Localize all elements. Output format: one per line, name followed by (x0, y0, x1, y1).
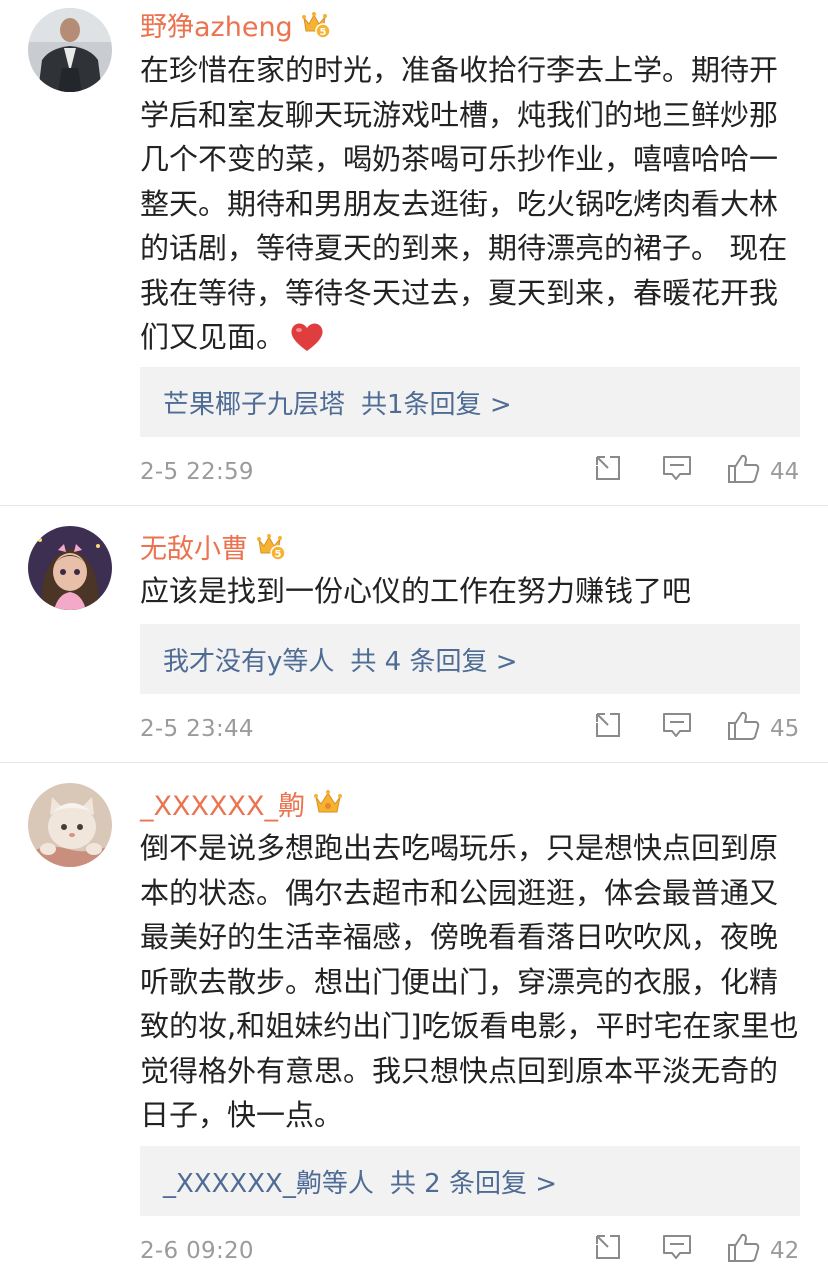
timestamp: 2-6 09:20 (140, 1238, 254, 1264)
like-icon[interactable] (727, 453, 761, 485)
avatar[interactable] (28, 783, 112, 867)
reply-preview[interactable]: _XXXXXX_齁等人共 2 条回复 > (140, 1146, 800, 1216)
timestamp: 2-5 22:59 (140, 459, 254, 485)
vip-crown-icon: 5 (257, 534, 286, 561)
comment-footer: 2-6 09:20 42 (140, 1232, 800, 1272)
reply-count[interactable]: 共 4 条回复 > (350, 641, 517, 678)
like-count: 44 (770, 459, 800, 485)
comment-text: 倒不是说多想跑出去吃喝玩乐，只是想快点回到原本的状态。偶尔去超市和公园逛逛，体会… (140, 826, 800, 1138)
avatar-image (28, 783, 112, 867)
comment-icon[interactable] (661, 453, 693, 483)
avatar[interactable] (28, 8, 112, 92)
reply-preview[interactable]: 我才没有y等人共 4 条回复 > (140, 624, 800, 694)
comment-item: 无敌小曹 5 应该是找到一份心仪的工作在努力赚钱了吧 我才没有y等人共 4 条回… (0, 506, 828, 762)
timestamp: 2-5 23:44 (140, 716, 254, 742)
username[interactable]: _XXXXXX_齁 (140, 784, 305, 823)
reply-user[interactable]: _XXXXXX_齁等人 (163, 1163, 374, 1200)
comment-text-content: 在珍惜在家的时光，准备收拾行李去上学。期待开学后和室友聊天玩游戏吐槽，炖我们的地… (140, 53, 788, 354)
comment-icon[interactable] (661, 710, 693, 740)
comment-header: 野狰azheng 5 (140, 4, 331, 44)
username[interactable]: 无敌小曹 (140, 527, 248, 566)
comment-text: 在珍惜在家的时光，准备收拾行李去上学。期待开学后和室友聊天玩游戏吐槽，炖我们的地… (140, 48, 800, 366)
reply-preview[interactable]: 芒果椰子九层塔 共1条回复 > (140, 367, 800, 437)
username[interactable]: 野狰azheng (140, 5, 293, 44)
comment-item: _XXXXXX_齁 倒不是说多想跑出去吃喝玩乐，只是想快点回到原本的状态。偶尔去… (0, 763, 828, 1278)
comment-header: _XXXXXX_齁 (140, 783, 343, 823)
reply-user[interactable]: 芒果椰子九层塔 (163, 384, 345, 421)
comment-text: 应该是找到一份心仪的工作在努力赚钱了吧 (140, 569, 800, 614)
avatar-image (28, 8, 112, 92)
forward-icon[interactable] (593, 710, 623, 740)
reply-user[interactable]: 我才没有y等人 (163, 641, 334, 678)
comment-footer: 2-5 22:59 44 (140, 453, 800, 493)
reply-count[interactable]: 共1条回复 > (361, 384, 512, 421)
comment-icon[interactable] (661, 1232, 693, 1262)
forward-icon[interactable] (593, 453, 623, 483)
avatar[interactable] (28, 526, 112, 610)
vip-level: 5 (319, 27, 326, 38)
like-count: 42 (770, 1238, 800, 1264)
comment-text-content: 应该是找到一份心仪的工作在努力赚钱了吧 (140, 574, 692, 608)
like-icon[interactable] (727, 710, 761, 742)
comment-text-content: 倒不是说多想跑出去吃喝玩乐，只是想快点回到原本的状态。偶尔去超市和公园逛逛，体会… (140, 831, 799, 1132)
forward-icon[interactable] (593, 1232, 623, 1262)
like-icon[interactable] (727, 1232, 761, 1264)
comment-item: 野狰azheng 5 在珍惜在家的时光，准备收拾行李去上学。期待开学后和室友聊天… (0, 0, 828, 505)
reply-count[interactable]: 共 2 条回复 > (390, 1163, 557, 1200)
vip-crown-icon: 5 (301, 12, 331, 39)
comment-header: 无敌小曹 5 (140, 526, 286, 566)
avatar-image (28, 526, 112, 610)
like-count: 45 (770, 716, 800, 742)
comment-footer: 2-5 23:44 45 (140, 710, 800, 750)
vip-crown-icon (313, 790, 342, 813)
vip-level: 5 (275, 549, 282, 560)
heart-emoji-icon (289, 321, 325, 366)
